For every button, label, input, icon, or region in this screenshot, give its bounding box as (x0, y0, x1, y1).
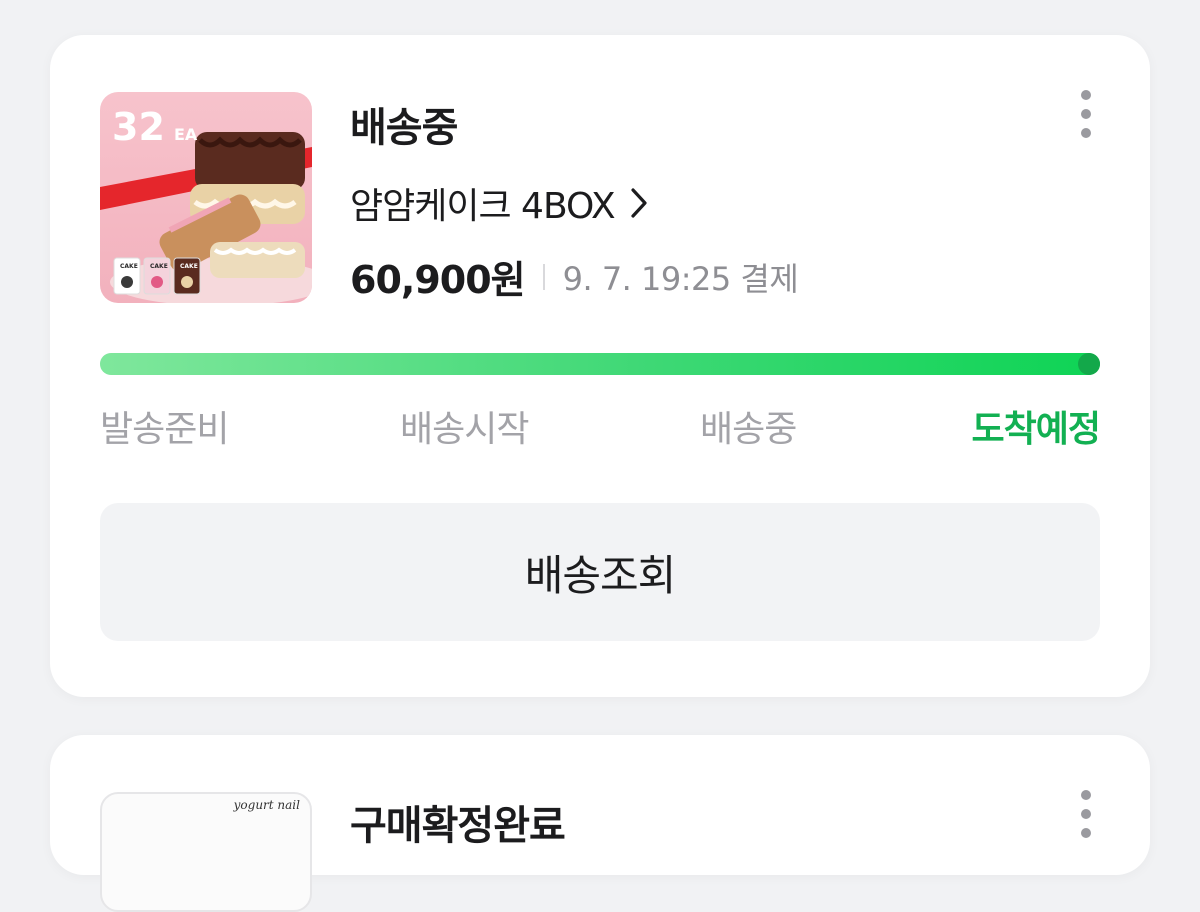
dot (1081, 828, 1091, 838)
step-ready: 발송준비 (100, 409, 229, 450)
dot (1081, 809, 1091, 819)
progress-fill (100, 353, 1100, 375)
more-options-icon[interactable] (1074, 790, 1098, 838)
delivery-steps: 발송준비 배송시작 배송중 도착예정 (100, 400, 1101, 450)
step-started: 배송시작 (400, 409, 529, 450)
order-card: yogurt nail 구매확정완료 (50, 735, 1150, 912)
product-image: CAKE CAKE CAKE 32 EA (100, 92, 312, 303)
thumbnail-badge-unit: EA (174, 125, 198, 144)
pack-label: CAKE (180, 263, 198, 270)
thumbnail-brand-text: yogurt nail (233, 798, 300, 812)
product-thumbnail[interactable]: CAKE CAKE CAKE 32 EA (100, 92, 312, 303)
product-link[interactable]: 얌얌케이크 4BOX (350, 177, 649, 229)
dot (1081, 790, 1091, 800)
product-thumbnail[interactable]: yogurt nail (100, 792, 312, 912)
step-arriving: 도착예정 (971, 409, 1101, 450)
divider (542, 263, 545, 290)
dot (1081, 128, 1091, 138)
order-status: 구매확정완료 (350, 803, 566, 849)
pack-label: CAKE (150, 263, 168, 270)
price-row: 60,900원 9. 7. 19:25 결제 (350, 249, 799, 304)
payment-datetime: 9. 7. 19:25 결제 (562, 259, 799, 298)
track-delivery-button[interactable]: 배송조회 (100, 503, 1100, 641)
order-price: 60,900원 (350, 258, 526, 302)
order-card: CAKE CAKE CAKE 32 EA 배송중 얌얌케이크 4BOX 60,9… (50, 35, 1150, 697)
step-in-transit: 배송중 (700, 409, 797, 450)
dot (1081, 90, 1091, 100)
pack-label: CAKE (120, 263, 138, 270)
thumbnail-badge-number: 32 (112, 105, 165, 149)
delivery-progress-bar (100, 353, 1100, 375)
chevron-right-icon (631, 188, 647, 218)
more-options-icon[interactable] (1074, 90, 1098, 138)
dot (1081, 109, 1091, 119)
progress-knob (1078, 353, 1100, 375)
product-name: 얌얌케이크 4BOX (350, 186, 616, 227)
delivery-status: 배송중 (350, 105, 458, 151)
